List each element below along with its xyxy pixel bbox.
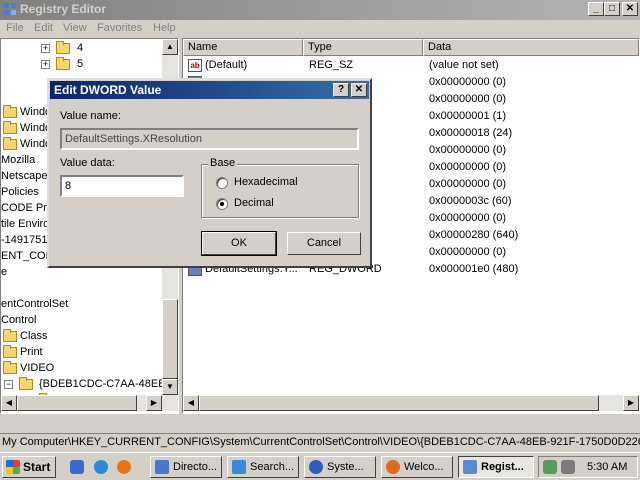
volume-tray-icon[interactable] [561,460,575,474]
folder-icon [3,121,17,134]
value-name-field[interactable]: DefaultSettings.XResolution [60,128,359,150]
dialog-title: Edit DWORD Value [54,83,162,97]
tree-item[interactable]: entControlSet [1,296,68,312]
task-welcome[interactable]: Welco... [381,456,453,478]
list-horizontal-scrollbar[interactable]: ◀ ▶ [183,395,639,411]
window-title: Registry Editor [20,2,107,16]
scroll-thumb[interactable] [17,395,137,411]
scroll-right-icon[interactable]: ▶ [146,395,162,411]
menu-edit[interactable]: Edit [34,22,53,34]
minimize-button[interactable]: _ [588,2,604,16]
string-value-icon: ab [188,59,202,72]
column-data[interactable]: Data [423,39,639,56]
folder-icon [3,345,17,358]
taskbar: Start Directo... Search... Syste... Welc… [0,452,640,480]
ie-quicklaunch-icon[interactable] [94,460,108,474]
tree-item[interactable]: Control [1,312,36,328]
task-registry[interactable]: Regist... [458,456,534,478]
search-icon [232,460,246,474]
explorer-quicklaunch-icon[interactable] [70,460,84,474]
folder-icon [3,137,17,150]
system-tray: 5:30 AM [538,456,638,478]
tree-item[interactable]: e [1,264,7,280]
status-bar: My Computer\HKEY_CURRENT_CONFIG\System\C… [0,433,640,450]
collapse-icon[interactable]: − [4,380,13,389]
windows-logo-icon [6,460,20,474]
hexadecimal-label[interactable]: Hexadecimal [234,176,298,188]
firefox-quicklaunch-icon[interactable] [117,460,131,474]
task-directory[interactable]: Directo... [150,456,222,478]
help-button[interactable]: ? [333,83,349,97]
scroll-left-icon[interactable]: ◀ [183,395,199,411]
close-button[interactable]: ✕ [622,2,638,16]
folder-icon [3,105,17,118]
network-tray-icon[interactable] [543,460,557,474]
task-search[interactable]: Search... [227,456,299,478]
tree-horizontal-scrollbar[interactable]: ◀ ▶ [1,395,178,411]
clock[interactable]: 5:30 AM [587,461,627,473]
base-label: Base [208,157,238,169]
folder-icon [56,57,70,70]
list-row[interactable]: ab (Default) REG_SZ (value not set) [183,57,639,74]
window-titlebar[interactable]: Registry Editor _ □ ✕ [0,0,640,20]
menu-bar: File Edit View Favorites Help [0,20,640,37]
decimal-label[interactable]: Decimal [234,197,274,209]
registry-editor-icon [4,3,16,15]
tree-item[interactable]: Mozilla [1,152,35,168]
folder-icon [3,361,17,374]
firefox-icon [386,460,400,474]
dialog-close-button[interactable]: ✕ [351,83,367,97]
scroll-thumb[interactable] [199,395,599,411]
hexadecimal-radio[interactable] [216,177,228,189]
expand-icon[interactable]: + [41,44,50,53]
decimal-radio[interactable] [216,198,228,210]
menu-file[interactable]: File [6,22,24,34]
value-data-input[interactable]: 8 [60,175,184,197]
value-name-label: Value name: [60,110,121,122]
ok-button[interactable]: OK [201,231,277,256]
tree-item[interactable]: Policies [1,184,39,200]
window-icon [155,460,169,474]
scroll-right-icon[interactable]: ▶ [623,395,639,411]
maximize-button[interactable]: □ [604,2,620,16]
dialog-titlebar[interactable]: Edit DWORD Value ? ✕ [50,81,369,99]
scroll-thumb[interactable] [162,299,178,379]
tree-item[interactable]: -1491751 [1,232,48,248]
tree-item[interactable]: Netscape [1,168,47,184]
tree-item[interactable]: tile Enviro [1,216,49,232]
folder-icon [3,329,17,342]
registry-icon [463,460,477,474]
column-type[interactable]: Type [303,39,423,56]
expand-icon[interactable]: + [41,60,50,69]
cancel-button[interactable]: Cancel [287,232,361,255]
value-data-label: Value data: [60,157,115,169]
menu-help[interactable]: Help [153,22,176,34]
scroll-up-icon[interactable]: ▲ [162,39,178,55]
task-system[interactable]: Syste... [304,456,376,478]
menu-favorites[interactable]: Favorites [97,22,142,34]
edit-dword-dialog: Edit DWORD Value ? ✕ Value name: Default… [47,78,372,268]
folder-icon [56,41,70,54]
column-name[interactable]: Name [183,39,303,56]
help-icon [309,460,323,474]
start-button[interactable]: Start [2,456,56,478]
open-folder-icon [19,377,33,390]
scroll-down-icon[interactable]: ▼ [162,379,178,395]
base-groupbox: Base Hexadecimal Decimal [201,157,359,218]
menu-view[interactable]: View [63,22,87,34]
scroll-left-icon[interactable]: ◀ [1,395,17,411]
tree-item[interactable]: ENT_CON [1,248,54,264]
